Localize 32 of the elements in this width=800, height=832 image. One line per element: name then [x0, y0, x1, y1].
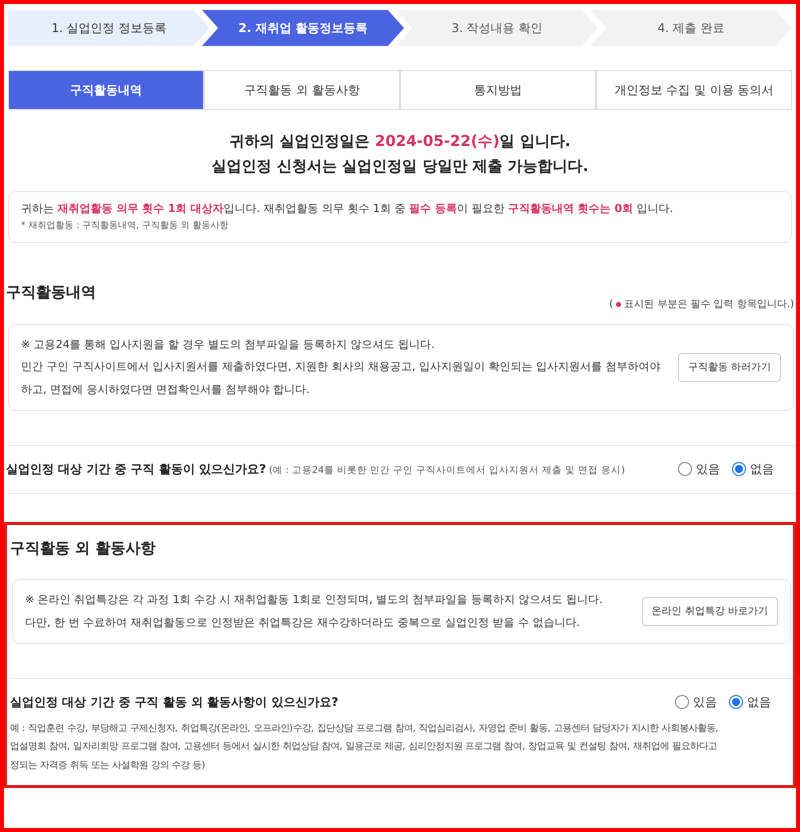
tab[interactable]: 개인정보 수집 및 이용 동의서 — [596, 70, 792, 110]
headline-text: 실업인정 신청서는 실업인정일 당일만 제출 가능합니다. — [212, 156, 588, 176]
info-text: 민간 구인 구직사이트에서 입사지원서를 제출하였다면, 지원한 회사의 채용공고, 입사지원일이 확인되는 입사지원서를 첨부하여야 — [21, 359, 660, 375]
step-item: 3. 작성내용 확인 — [396, 10, 598, 46]
footnote-text: * 재취업활동 : 구직활동내역, 구직활동 외 활동사항 — [21, 220, 230, 232]
info-text: 다만, 한 번 수료하여 재취업활동으로 인정받은 취업특강은 재수강하더라도 중복으로 실업인정 받을 수 없습니다. — [25, 614, 581, 630]
example-text: 예 : 직업훈련 수강, 부당해고 구제신청자, 취업특강(온라인, 오프라인)수강, 집단상담 프로그램 참여, 직업심리검사, 자영업 준비 활동, 고용센터 담당자가 지시한 사회봉사활동, — [10, 722, 720, 736]
section-title: 구직활동내역 — [6, 282, 96, 303]
link-button[interactable]: 구직활동 하러가기 — [678, 352, 781, 382]
radio-option[interactable]: 있음 — [675, 693, 717, 712]
headline-text: 귀하의 실업인정일은 2024-05-22(수)일 입니다. — [229, 131, 571, 152]
section-title: 구직활동 외 활동사항 — [10, 538, 156, 558]
info-text: ※ 고용24를 통해 입사지원을 할 경우 별도의 첨부파일을 등록하지 않으셔도 됩니다. — [21, 336, 436, 352]
example-text: 업설명회 참여, 일자리희망 프로그램 참여, 고용센터 등에서 실시한 취업상담 참여, 일용근로 제공, 심리안정지원 프로그램 참여, 창업교육 및 컨설팅 참여, 재취업에 필요하다고 — [10, 740, 718, 754]
step-item: 4. 제출 완료 — [590, 10, 792, 46]
info-text: ※ 온라인 취업특강은 각 과정 1회 수강 시 재취업활동 1회로 인정되며, 별도의 첨부파일을 등록하지 않으셔도 됩니다. — [25, 592, 603, 608]
example-text: 정되는 자격증 취득 또는 사설학원 강의 수강 등) — [10, 759, 206, 774]
link-button[interactable]: 온라인 취업특강 바로가기 — [642, 597, 778, 626]
question-text: 실업인정 대상 기간 중 구직 활동 외 활동사항이 있으신가요? — [10, 694, 338, 711]
radio-option[interactable]: 있음 — [678, 460, 720, 478]
paren-text: ( — [609, 298, 614, 312]
notice-text: 귀하는 재취업활동 의무 횟수 1회 대상자입니다. 재취업활동 의무 횟수 1회 중 필수 등록이 필요한 구직활동내역 횟수는 0회 입니다. — [21, 201, 674, 217]
tab[interactable]: 통지방법 — [400, 70, 596, 110]
info-text: 하고, 면접에 응시하였다면 면접확인서를 첨부해야 합니다. — [21, 382, 310, 398]
question-text: 실업인정 대상 기간 중 구직 활동이 있으신가요? (예 : 고용24를 비롯한 민간 구인 구직사이트에서 입사지원서 제출 및 면접 응시) — [6, 461, 625, 478]
tab[interactable]: 구직활동 외 활동사항 — [204, 70, 400, 110]
step-item: 2. 재취업 활동정보등록 — [202, 10, 404, 46]
radio-option[interactable]: 없음 — [732, 460, 774, 478]
radio-option[interactable]: 없음 — [729, 693, 771, 712]
step-item: 1. 실업인정 정보등록 — [8, 10, 210, 46]
required-note: 표시된 부분은 필수 입력 항목입니다.) — [624, 298, 794, 312]
tab[interactable]: 구직활동내역 — [8, 70, 204, 110]
